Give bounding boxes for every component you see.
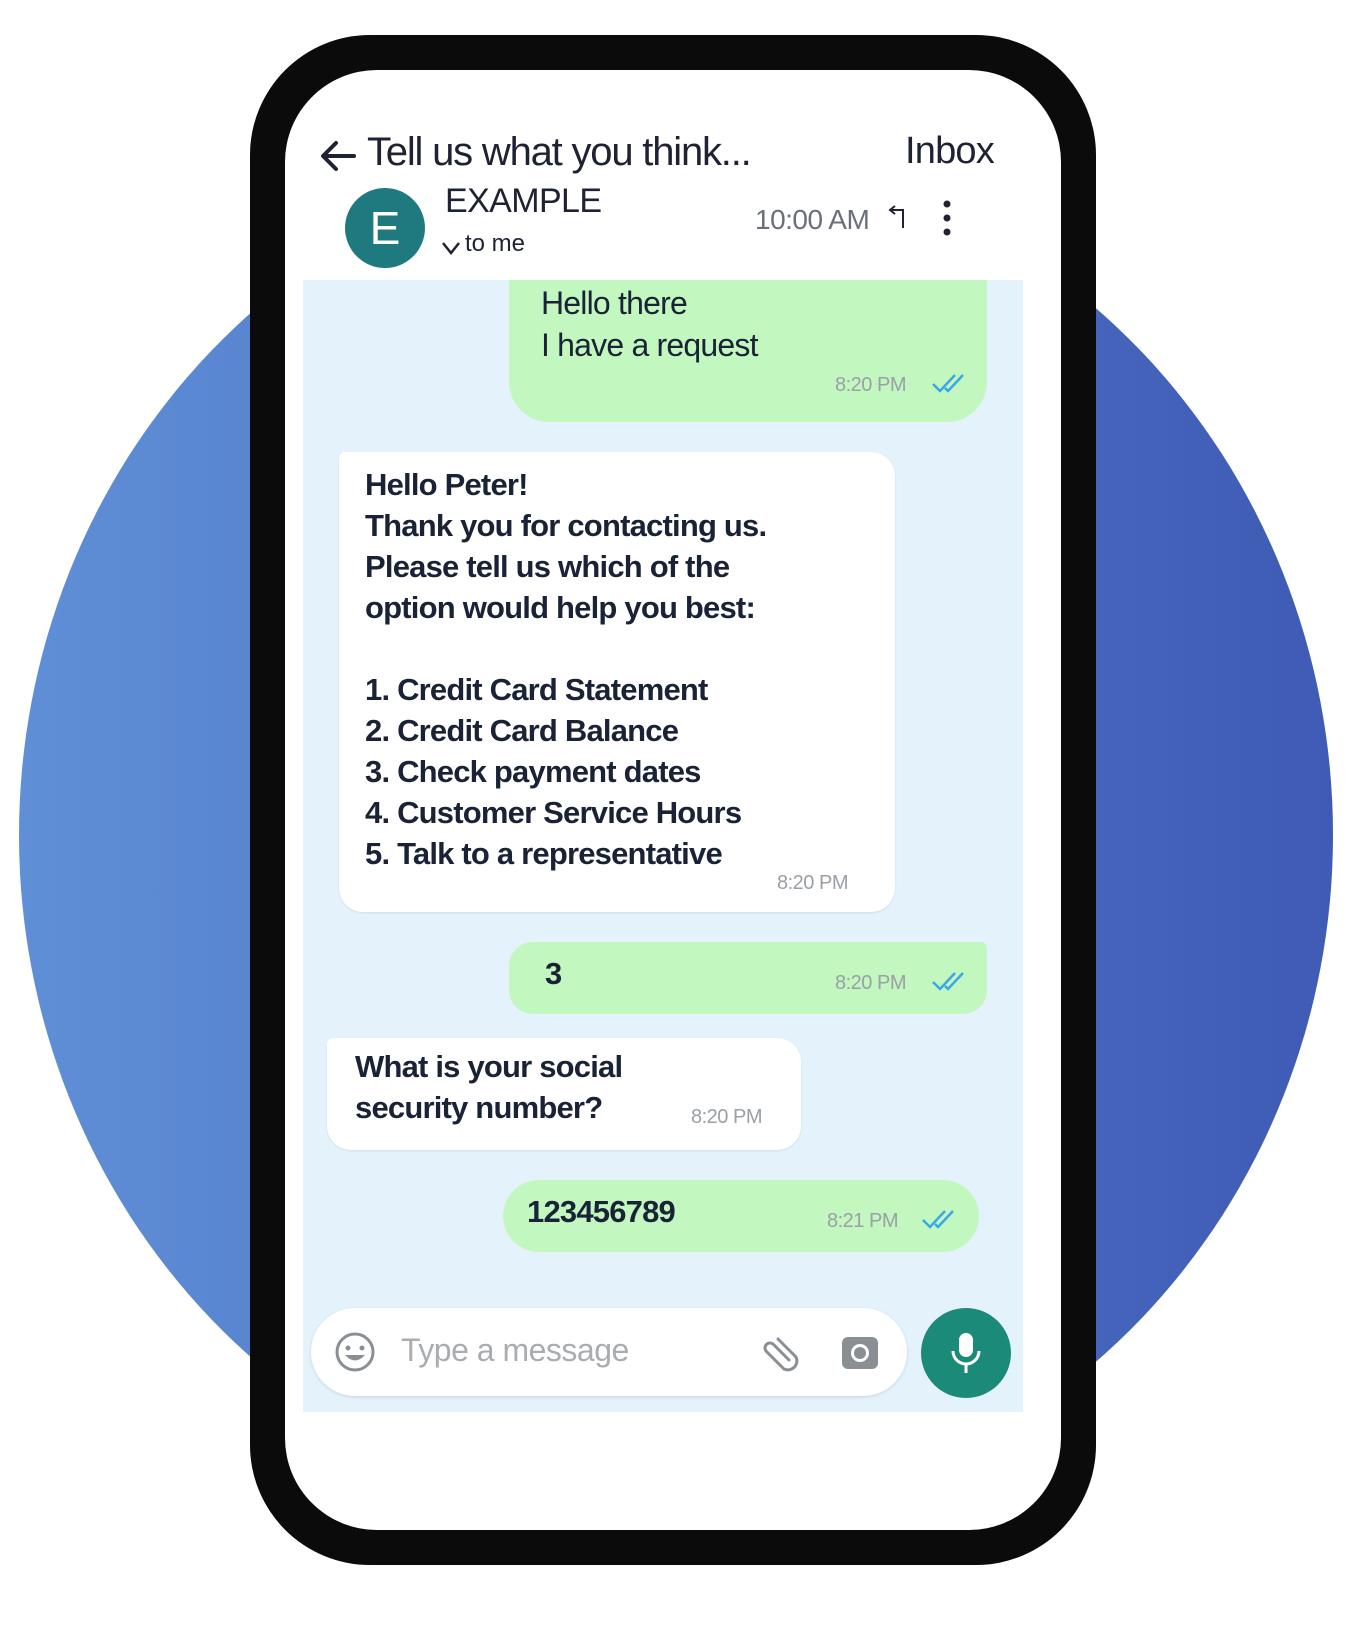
message-bubble-outgoing: 123456789 8:21 PM [503,1180,979,1252]
message-time: 8:21 PM [827,1210,898,1232]
sender-name: EXAMPLE [445,182,602,220]
message-bubble-incoming: Hello Peter! Thank you for contacting us… [339,452,895,912]
message-input[interactable]: Type a message [311,1308,907,1396]
email-time: 10:00 AM [755,204,870,235]
phone-screen: Tell us what you think... Inbox E EXAMPL… [285,70,1061,1530]
emoji-icon[interactable] [333,1330,377,1374]
message-bubble-incoming: What is your social security number? 8:2… [327,1038,801,1150]
back-arrow-icon[interactable] [318,138,358,174]
more-options-icon[interactable] [940,198,954,238]
message-bubble-outgoing: 3 8:20 PM [509,942,987,1014]
message-time: 8:20 PM [835,972,906,994]
camera-icon[interactable] [839,1332,881,1374]
avatar: E [345,188,425,268]
message-time: 8:20 PM [691,1106,762,1128]
message-text: 3 [545,956,562,991]
message-time: 8:20 PM [835,374,906,396]
message-text: Hello Peter! Thank you for contacting us… [365,467,767,871]
read-ticks-icon [932,972,964,991]
read-ticks-icon [932,374,964,393]
paperclip-icon[interactable] [755,1330,801,1376]
message-text: 123456789 [527,1194,676,1229]
chevron-down-icon[interactable] [441,240,461,256]
chat-area: Hello there I have a request 8:20 PM Hel… [303,280,1023,1412]
message-placeholder[interactable]: Type a message [401,1332,629,1369]
message-text: Hello there I have a request [541,285,758,363]
microphone-button[interactable] [921,1308,1011,1398]
inbox-label[interactable]: Inbox [905,130,995,173]
message-text: What is your social security number? [355,1049,623,1125]
message-time: 8:20 PM [777,872,848,894]
email-subject: Tell us what you think... [367,130,752,174]
read-ticks-icon [922,1210,954,1229]
message-bubble-outgoing: Hello there I have a request 8:20 PM [509,280,987,422]
reply-icon[interactable] [887,204,909,230]
recipient-label[interactable]: to me [465,230,525,258]
microphone-icon [951,1333,981,1373]
